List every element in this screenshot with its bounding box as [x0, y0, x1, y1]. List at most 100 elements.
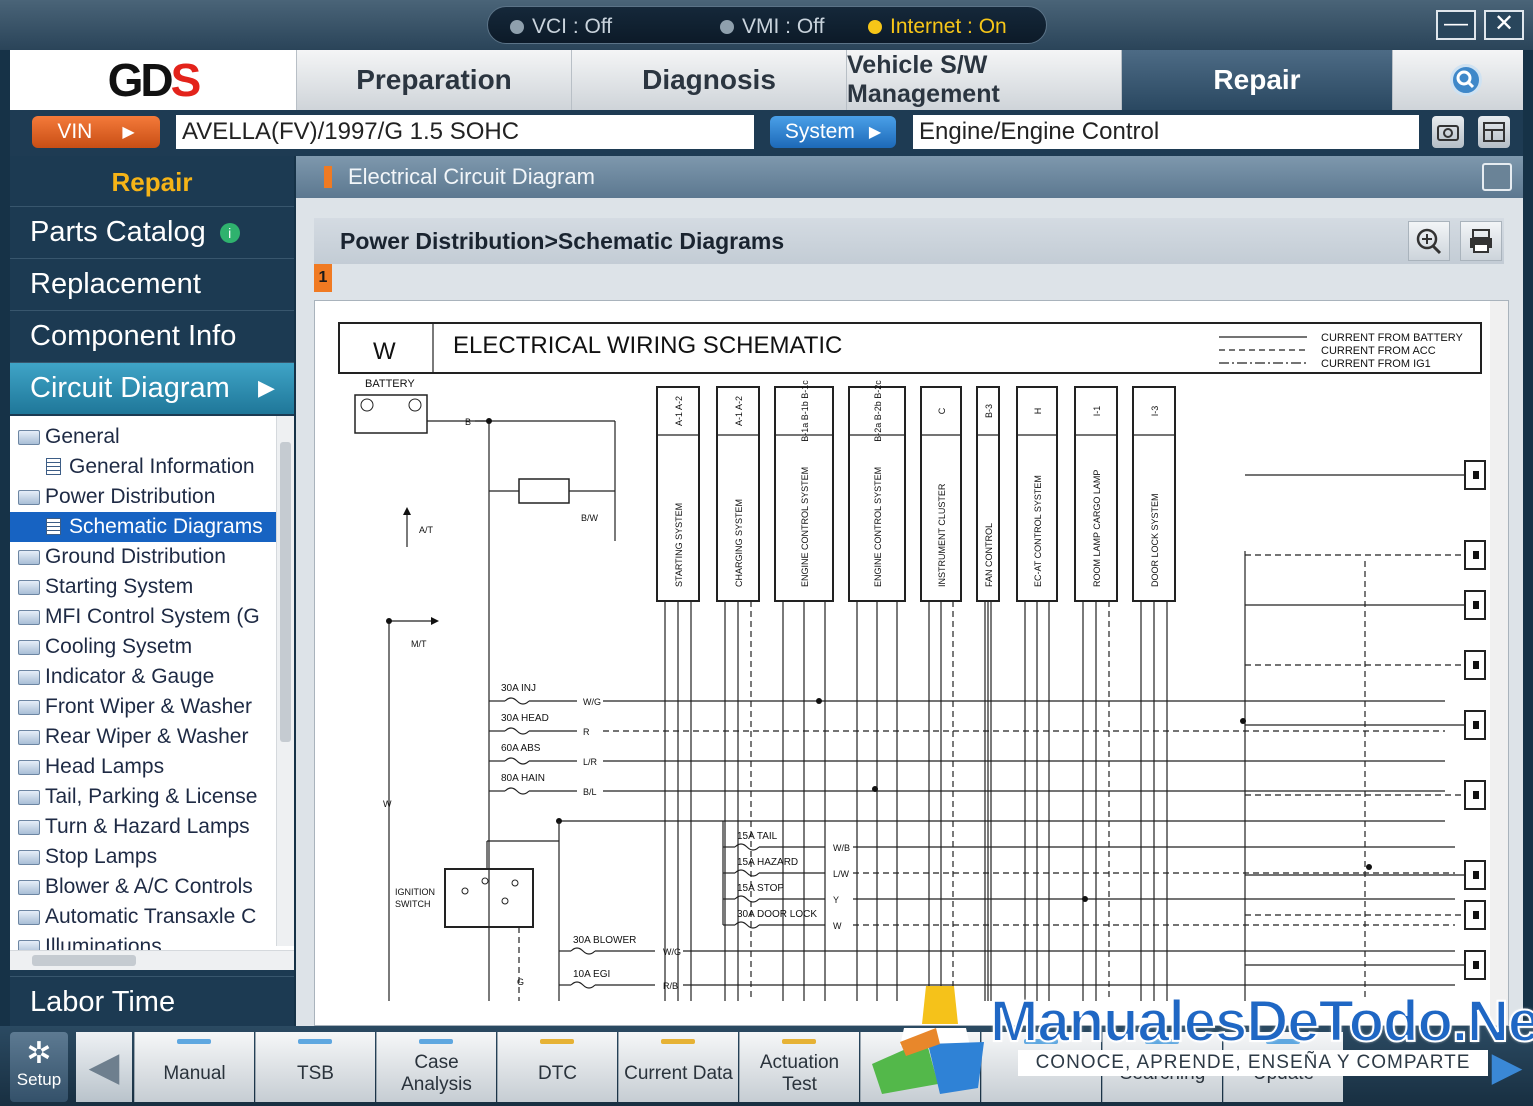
wire-label: R/B	[663, 981, 678, 991]
scroll-thumb[interactable]	[280, 442, 291, 742]
tab-vehicle-sw-management[interactable]: Vehicle S/W Management	[846, 50, 1121, 110]
setup-button[interactable]: ✲ Setup	[10, 1032, 68, 1102]
toolbar-button[interactable]: DTC	[497, 1032, 617, 1102]
system-code: H	[1033, 408, 1043, 415]
sidebar-item-labor-time[interactable]: Labor Time	[10, 976, 294, 1026]
document-icon	[46, 518, 61, 535]
wire-label: G	[517, 977, 524, 987]
folder-icon	[18, 670, 40, 685]
fuse-label: 80A HAIN	[501, 773, 545, 784]
tree-item[interactable]: Rear Wiper & Washer	[10, 722, 276, 752]
system-code: A-1 A-2	[674, 396, 684, 426]
legend-label: CURRENT FROM ACC	[1321, 345, 1436, 357]
tree-item[interactable]: Stop Lamps	[10, 842, 276, 872]
tab-repair[interactable]: Repair	[1121, 50, 1392, 110]
system-name: ROOM LAMP CARGO LAMP	[1092, 470, 1102, 587]
chevron-left-icon[interactable]: ◀	[76, 1032, 132, 1102]
vehicle-field[interactable]: AVELLA(FV)/1997/G 1.5 SOHC	[176, 115, 754, 149]
tree-hscrollbar[interactable]	[10, 950, 294, 970]
connector-pin-icon	[1473, 551, 1479, 559]
arrow-right-icon: ▶	[258, 375, 275, 400]
toolbar-button[interactable]: Case Analysis	[376, 1032, 496, 1102]
tree-item[interactable]: Blower & A/C Controls	[10, 872, 276, 902]
tree-item[interactable]: MFI Control System (G	[10, 602, 276, 632]
folder-icon	[18, 490, 40, 505]
watermark-logo-icon	[872, 986, 984, 1094]
tree-item[interactable]: Turn & Hazard Lamps	[10, 812, 276, 842]
folder-icon	[18, 820, 40, 835]
system-field[interactable]: Engine/Engine Control	[913, 115, 1419, 149]
print-icon[interactable]	[1460, 221, 1502, 261]
battery-terminal-icon	[360, 398, 374, 412]
fuse-label: 30A DOOR LOCK	[737, 909, 817, 920]
menu-icon[interactable]	[1482, 163, 1512, 191]
system-button[interactable]: System ▶	[770, 116, 896, 148]
fuse-label: 15A STOP	[737, 883, 784, 894]
search-icon[interactable]	[1450, 64, 1482, 96]
system-code: I-3	[1150, 406, 1160, 417]
connector-pin-icon	[1473, 471, 1479, 479]
toolbar-button[interactable]: Current Data	[618, 1032, 738, 1102]
tree-item[interactable]: Front Wiper & Washer	[10, 692, 276, 722]
junction-dot	[386, 618, 392, 624]
tree-item[interactable]: Schematic Diagrams	[10, 512, 276, 542]
junction-dot	[1366, 864, 1372, 870]
close-button[interactable]: ✕	[1484, 10, 1524, 40]
indicator-light-icon	[298, 1039, 332, 1044]
fuse-icon	[504, 787, 530, 795]
repair-sidebar: Repair Parts Catalog i Replacement Compon…	[10, 156, 294, 1026]
tree-item[interactable]: Indicator & Gauge	[10, 662, 276, 692]
tree-item[interactable]: Cooling Sysetm	[10, 632, 276, 662]
fuse-label: 30A BLOWER	[573, 935, 636, 946]
vmi-status: VMI : Off	[720, 15, 824, 39]
minimize-button[interactable]: —	[1436, 10, 1476, 40]
wire-label: A/T	[419, 525, 434, 535]
vin-button[interactable]: VIN ▶	[32, 116, 160, 148]
tab-diagnosis[interactable]: Diagnosis	[571, 50, 846, 110]
info-icon[interactable]: i	[219, 223, 240, 244]
wire-label: L/W	[833, 869, 850, 879]
tree-item[interactable]: General Information	[10, 452, 276, 482]
toolbar-button[interactable]: Actuation Test	[739, 1032, 859, 1102]
system-code: I-1	[1092, 406, 1102, 417]
vehicle-bar: VIN ▶ AVELLA(FV)/1997/G 1.5 SOHC System ▶ …	[10, 110, 1523, 156]
diagram-tree: General General Information Power Distribu…	[10, 416, 294, 970]
tree-item[interactable]: Starting System	[10, 572, 276, 602]
fuse-label: 15A HAZARD	[737, 857, 798, 868]
zoom-in-icon[interactable]	[1408, 221, 1450, 261]
gear-icon: ✲	[26, 1037, 52, 1070]
legend-label: CURRENT FROM IG1	[1321, 358, 1431, 370]
switch-contact-icon	[461, 887, 469, 895]
sidebar-item-component-info[interactable]: Component Info	[10, 310, 294, 362]
scroll-thumb[interactable]	[32, 955, 136, 966]
ignition-label: IGNITION	[395, 887, 435, 897]
diagram-viewer[interactable]: W ELECTRICAL WIRING SCHEMATIC CURRENT FROM…	[314, 300, 1509, 1026]
breadcrumb: Power Distribution>Schematic Diagrams	[314, 218, 1504, 264]
sidebar-item-replacement[interactable]: Replacement	[10, 258, 294, 310]
tree-scrollbar[interactable]	[276, 416, 294, 946]
system-code: A-1 A-2	[734, 396, 744, 426]
toolbar-button[interactable]: TSB	[255, 1032, 375, 1102]
sidebar-item-circuit-diagram[interactable]: Circuit Diagram ▶	[10, 362, 294, 414]
diagram-scrollbar[interactable]	[1490, 301, 1508, 1025]
folder-icon	[18, 880, 40, 895]
internet-status: Internet : On	[868, 15, 1007, 39]
fuse-icon	[504, 697, 530, 705]
indicator-light-icon	[540, 1039, 574, 1044]
tree-item[interactable]: General	[10, 422, 276, 452]
folder-icon	[18, 430, 40, 445]
tab-preparation[interactable]: Preparation	[296, 50, 571, 110]
layout-icon[interactable]	[1478, 116, 1510, 148]
toolbar-button[interactable]: Manual	[134, 1032, 254, 1102]
folder-icon	[18, 550, 40, 565]
connector-pin-icon	[1473, 911, 1479, 919]
sidebar-item-parts-catalog[interactable]: Parts Catalog i	[10, 206, 294, 258]
fuse-label: 10A EGI	[573, 969, 610, 980]
tree-item[interactable]: Tail, Parking & License	[10, 782, 276, 812]
tree-item[interactable]: Automatic Transaxle C	[10, 902, 276, 932]
tree-item[interactable]: Power Distribution	[10, 482, 276, 512]
tree-item[interactable]: Head Lamps	[10, 752, 276, 782]
tree-item[interactable]: Ground Distribution	[10, 542, 276, 572]
camera-icon[interactable]	[1432, 116, 1464, 148]
battery-label: BATTERY	[365, 378, 415, 390]
